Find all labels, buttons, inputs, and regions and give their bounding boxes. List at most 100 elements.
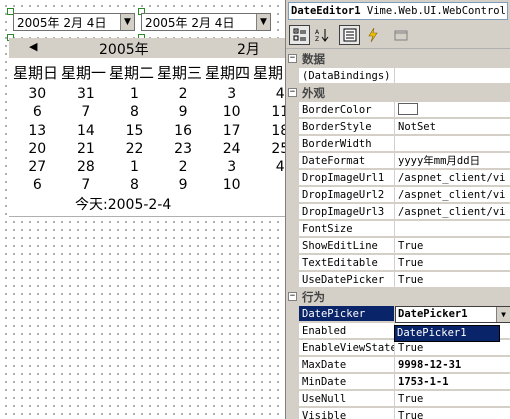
property-name: BorderWidth xyxy=(299,136,395,152)
calendar-day[interactable]: 6 xyxy=(13,104,62,122)
property-value[interactable]: True xyxy=(395,238,510,254)
calendar-day[interactable]: 4 xyxy=(256,159,285,177)
calendar-day[interactable] xyxy=(256,177,285,195)
property-row-borderwidth[interactable]: BorderWidth xyxy=(286,136,510,153)
calendar-day[interactable]: 13 xyxy=(13,123,62,141)
property-row-usedatepicker[interactable]: UseDatePicker True xyxy=(286,272,510,289)
calendar-day[interactable]: 28 xyxy=(62,159,111,177)
calendar-day[interactable]: 10 xyxy=(207,177,256,195)
property-value[interactable]: True xyxy=(395,408,510,419)
property-value[interactable]: True xyxy=(395,272,510,288)
calendar-day[interactable]: 16 xyxy=(159,123,208,141)
calendar-day[interactable]: 6 xyxy=(13,177,62,195)
date-picker-2-value: 2005年 2月 4日 xyxy=(145,15,235,30)
property-row-maxdate[interactable]: MaxDate 9998-12-31 xyxy=(286,357,510,374)
date-picker-1[interactable]: 2005年 2月 4日 ▼ xyxy=(13,13,135,31)
datepicker-value-combo[interactable]: DatePicker1 ▼ xyxy=(395,306,510,323)
calendar-day[interactable]: 24 xyxy=(207,141,256,159)
chevron-down-icon[interactable]: ▼ xyxy=(120,14,134,30)
collapse-icon[interactable]: − xyxy=(288,54,297,63)
calendar-day[interactable]: 2 xyxy=(159,159,208,177)
property-row-showeditline[interactable]: ShowEditLine True xyxy=(286,238,510,255)
calendar-day[interactable]: 18 xyxy=(256,123,285,141)
calendar-day[interactable]: 27 xyxy=(13,159,62,177)
category-data[interactable]: − 数据 xyxy=(286,51,510,68)
property-value[interactable]: yyyy年mm月dd日 xyxy=(395,153,510,169)
calendar-day[interactable]: 1 xyxy=(110,86,159,104)
calendar-day[interactable]: 2 xyxy=(159,86,208,104)
property-value[interactable]: NotSet xyxy=(395,119,510,135)
calendar-day[interactable]: 21 xyxy=(62,141,111,159)
calendar-day[interactable]: 3 xyxy=(207,86,256,104)
property-row-dropimageurl1[interactable]: DropImageUrl1 /aspnet_client/vi xyxy=(286,170,510,187)
property-name: UseNull xyxy=(299,391,395,407)
calendar-day[interactable]: 3 xyxy=(207,159,256,177)
property-value[interactable]: True xyxy=(395,340,510,356)
property-value[interactable]: 9998-12-31 xyxy=(395,357,510,373)
property-pages-icon[interactable] xyxy=(390,25,411,45)
collapse-icon[interactable]: − xyxy=(288,292,297,301)
calendar-day[interactable]: 14 xyxy=(62,123,111,141)
today-link[interactable]: 今天:2005-2-4 xyxy=(75,194,171,214)
property-value[interactable]: True xyxy=(395,391,510,407)
chevron-down-icon[interactable]: ▼ xyxy=(256,14,270,30)
dropdown-option[interactable]: DatePicker1 xyxy=(395,326,499,341)
object-selector[interactable]: DateEditor1 Vime.Web.UI.WebControl xyxy=(288,2,508,20)
category-appearance[interactable]: − 外观 xyxy=(286,85,510,102)
calendar-day[interactable]: 1 xyxy=(110,159,159,177)
property-value[interactable] xyxy=(395,221,510,237)
calendar-month[interactable]: 2月 xyxy=(237,39,260,59)
design-surface[interactable]: 2005年 2月 4日 ▼ 2005年 2月 4日 ▼ ◀ 2005年 2月 星… xyxy=(0,0,285,419)
property-row-databindings[interactable]: (DataBindings) xyxy=(286,68,510,85)
calendar-day[interactable]: 7 xyxy=(62,104,111,122)
property-row-visible[interactable]: Visible True xyxy=(286,408,510,419)
calendar-day[interactable]: 31 xyxy=(62,86,111,104)
property-row-bordercolor[interactable]: BorderColor xyxy=(286,102,510,119)
property-row-dropimageurl2[interactable]: DropImageUrl2 /aspnet_client/vi xyxy=(286,187,510,204)
properties-icon[interactable] xyxy=(339,25,360,45)
calendar-day[interactable]: 30 xyxy=(13,86,62,104)
alphabetical-icon[interactable]: AZ xyxy=(311,25,332,45)
calendar-day[interactable]: 20 xyxy=(13,141,62,159)
property-row-usenull[interactable]: UseNull True xyxy=(286,391,510,408)
weekday-label: 星期一 xyxy=(61,64,107,82)
calendar-day[interactable]: 17 xyxy=(207,123,256,141)
property-value[interactable]: True xyxy=(395,255,510,271)
property-row-dateformat[interactable]: DateFormat yyyy年mm月dd日 xyxy=(286,153,510,170)
property-value[interactable] xyxy=(395,102,510,118)
date-picker-2[interactable]: 2005年 2月 4日 ▼ xyxy=(141,13,271,31)
datepicker-dropdown-list[interactable]: DatePicker1 xyxy=(394,325,500,342)
property-row-enableviewstate[interactable]: EnableViewState True xyxy=(286,340,510,357)
calendar-day[interactable]: 23 xyxy=(159,141,208,159)
calendar-day[interactable]: 8 xyxy=(110,104,159,122)
property-row-texteditable[interactable]: TextEditable True xyxy=(286,255,510,272)
chevron-down-icon[interactable]: ▼ xyxy=(496,307,510,322)
property-row-dropimageurl3[interactable]: DropImageUrl3 /aspnet_client/vi xyxy=(286,204,510,221)
collapse-icon[interactable]: − xyxy=(288,88,297,97)
calendar-day[interactable]: 9 xyxy=(159,104,208,122)
property-value[interactable]: DatePicker1 xyxy=(398,307,468,322)
property-value[interactable]: /aspnet_client/vi xyxy=(395,187,510,203)
calendar-day[interactable]: 11 xyxy=(256,104,285,122)
category-behavior[interactable]: − 行为 xyxy=(286,289,510,306)
property-row-fontsize[interactable]: FontSize xyxy=(286,221,510,238)
calendar-day[interactable]: 4 xyxy=(256,86,285,104)
calendar-year[interactable]: 2005年 xyxy=(99,39,149,59)
property-value[interactable] xyxy=(395,136,510,152)
calendar-day[interactable]: 15 xyxy=(110,123,159,141)
property-name: (DataBindings) xyxy=(299,68,395,84)
categorized-icon[interactable] xyxy=(289,25,310,45)
property-name: DropImageUrl3 xyxy=(299,204,395,220)
property-value[interactable]: /aspnet_client/vi xyxy=(395,170,510,186)
property-value[interactable]: 1753-1-1 xyxy=(395,374,510,390)
property-value[interactable] xyxy=(395,68,510,84)
prev-month-icon[interactable]: ◀ xyxy=(29,40,37,53)
property-row-mindate[interactable]: MinDate 1753-1-1 xyxy=(286,374,510,391)
property-value[interactable]: /aspnet_client/vi xyxy=(395,204,510,220)
calendar-day[interactable]: 22 xyxy=(110,141,159,159)
events-icon[interactable] xyxy=(362,25,383,45)
calendar-day[interactable]: 25 xyxy=(256,141,285,159)
property-row-borderstyle[interactable]: BorderStyle NotSet xyxy=(286,119,510,136)
calendar-day[interactable]: 10 xyxy=(207,104,256,122)
property-row-datepicker[interactable]: DatePicker DatePicker1 ▼ xyxy=(286,306,510,323)
